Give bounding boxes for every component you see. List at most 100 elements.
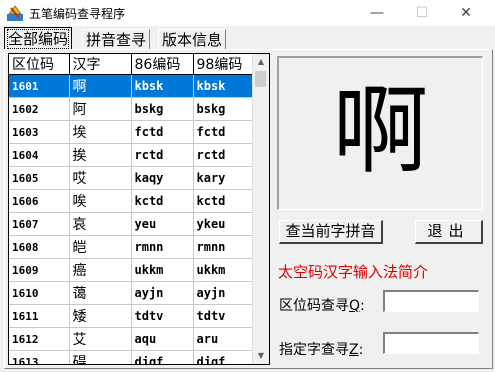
cell-quwei: 1610 [9, 281, 70, 305]
table-row[interactable]: 1606 唉 kctd kctd [9, 189, 253, 213]
title-bar: 五笔编码查寻程序 — ☐ ✕ [0, 0, 495, 26]
quwei-lookup-input[interactable] [383, 290, 479, 312]
cell-86: ayjn [131, 281, 194, 305]
cell-98: ayjn [193, 281, 253, 305]
cell-86: ukkm [131, 258, 194, 282]
char-lookup-input[interactable] [383, 332, 479, 354]
cell-quwei: 1607 [9, 212, 70, 236]
hotkey: Q [349, 298, 361, 314]
column-header-98[interactable]: 98编码 [193, 54, 253, 75]
table-row[interactable]: 1607 哀 yeu ykeu [9, 212, 253, 236]
field-label-text: 指定字查寻 [279, 342, 349, 358]
cell-quwei: 1611 [9, 304, 70, 328]
cell-quwei: 1605 [9, 166, 70, 190]
cell-98: kctd [193, 189, 253, 213]
vertical-scrollbar[interactable]: ▲ ▼ [252, 54, 269, 364]
table-row[interactable]: 1602 阿 bskg bskg [9, 97, 253, 121]
exit-button[interactable]: 退出 [415, 220, 483, 244]
scroll-up-icon[interactable]: ▲ [253, 54, 269, 70]
cell-char: 碍 [69, 350, 132, 364]
cell-char: 哎 [69, 166, 132, 190]
cell-char: 矮 [69, 304, 132, 328]
cell-86: aqu [131, 327, 194, 351]
table-row[interactable]: 1605 哎 kaqy kary [9, 166, 253, 190]
cell-86: rctd [131, 143, 194, 167]
lookup-pinyin-button[interactable]: 查当前字拼音 [279, 220, 383, 244]
table-row[interactable]: 1609 癌 ukkm ukkm [9, 258, 253, 282]
cell-86: rmnn [131, 235, 194, 259]
table-row[interactable]: 1611 矮 tdtv tdtv [9, 304, 253, 328]
column-header-quwei[interactable]: 区位码 [9, 54, 70, 75]
intro-link[interactable]: 太空码汉字输入法简介 [278, 261, 428, 282]
character-preview: 啊 [277, 56, 483, 210]
preview-char: 啊 [332, 75, 429, 187]
column-header-char[interactable]: 汉字 [69, 54, 132, 75]
tab-label: 拼音查寻 [86, 31, 147, 49]
cell-char: 皑 [69, 235, 132, 259]
cell-86: kctd [131, 189, 194, 213]
code-grid: 区位码 汉字 86编码 98编码 1601 啊 kbsk kbsk 1602 阿 bskg b… [9, 54, 253, 364]
tab-version-info[interactable]: 版本信息 [158, 29, 227, 50]
scroll-thumb[interactable] [255, 71, 266, 87]
cell-98: aru [193, 327, 253, 351]
cell-98: tdtv [193, 304, 253, 328]
cell-quwei: 1606 [9, 189, 70, 213]
app-icon [7, 5, 23, 21]
maximize-button[interactable]: ☐ [408, 3, 436, 23]
close-button[interactable]: ✕ [452, 3, 480, 23]
table-header-row: 区位码 汉字 86编码 98编码 [9, 54, 253, 75]
table-row[interactable]: 1612 艾 aqu aru [9, 327, 253, 351]
cell-char: 埃 [69, 120, 132, 144]
field-label-suffix: : [358, 342, 364, 358]
cell-quwei: 1612 [9, 327, 70, 351]
cell-char: 啊 [69, 74, 132, 98]
cell-quwei: 1609 [9, 258, 70, 282]
cell-char: 蔼 [69, 281, 132, 305]
table-row[interactable]: 1604 挨 rctd rctd [9, 143, 253, 167]
cell-98: ukkm [193, 258, 253, 282]
cell-char: 挨 [69, 143, 132, 167]
code-table[interactable]: 区位码 汉字 86编码 98编码 1601 啊 kbsk kbsk 1602 阿 bskg b… [8, 53, 270, 365]
cell-98: djgf [193, 350, 253, 364]
tab-pinyin-lookup[interactable]: 拼音查寻 [82, 29, 151, 50]
cell-98: fctd [193, 120, 253, 144]
window-title: 五笔编码查寻程序 [29, 7, 126, 21]
tab-label: 全部编码 [6, 29, 70, 49]
field-label-text: 区位码查寻 [279, 298, 349, 314]
cell-98: ykeu [193, 212, 253, 236]
cell-86: fctd [131, 120, 194, 144]
tab-label: 版本信息 [162, 31, 223, 49]
cell-char: 阿 [69, 97, 132, 121]
field-label-suffix: : [360, 298, 365, 314]
cell-98: kbsk [193, 74, 253, 98]
cell-98: rmnn [193, 235, 253, 259]
cell-quwei: 1604 [9, 143, 70, 167]
table-row[interactable]: 1610 蔼 ayjn ayjn [9, 281, 253, 305]
table-row[interactable]: 1608 皑 rmnn rmnn [9, 235, 253, 259]
cell-86: djgf [131, 350, 194, 364]
cell-86: kbsk [131, 74, 194, 98]
cell-char: 艾 [69, 327, 132, 351]
cell-char: 唉 [69, 189, 132, 213]
table-row[interactable]: 1613 碍 djgf djgf [9, 350, 253, 364]
column-header-86[interactable]: 86编码 [131, 54, 194, 75]
table-row[interactable]: 1603 埃 fctd fctd [9, 120, 253, 144]
cell-char: 癌 [69, 258, 132, 282]
cell-quwei: 1603 [9, 120, 70, 144]
table-row[interactable]: 1601 啊 kbsk kbsk [9, 74, 253, 98]
scroll-down-icon[interactable]: ▼ [253, 348, 269, 364]
cell-98: rctd [193, 143, 253, 167]
cell-char: 哀 [69, 212, 132, 236]
cell-86: yeu [131, 212, 194, 236]
cell-quwei: 1613 [9, 350, 70, 364]
tab-all-codes[interactable]: 全部编码 [4, 27, 73, 50]
cell-quwei: 1602 [9, 97, 70, 121]
hotkey: Z [349, 342, 359, 358]
quwei-lookup-label: 区位码查寻Q: [279, 295, 365, 315]
minimize-button[interactable]: — [363, 3, 391, 23]
cell-86: tdtv [131, 304, 194, 328]
char-lookup-label: 指定字查寻Z: [279, 339, 363, 359]
cell-98: bskg [193, 97, 253, 121]
cell-quwei: 1601 [9, 74, 70, 98]
cell-quwei: 1608 [9, 235, 70, 259]
